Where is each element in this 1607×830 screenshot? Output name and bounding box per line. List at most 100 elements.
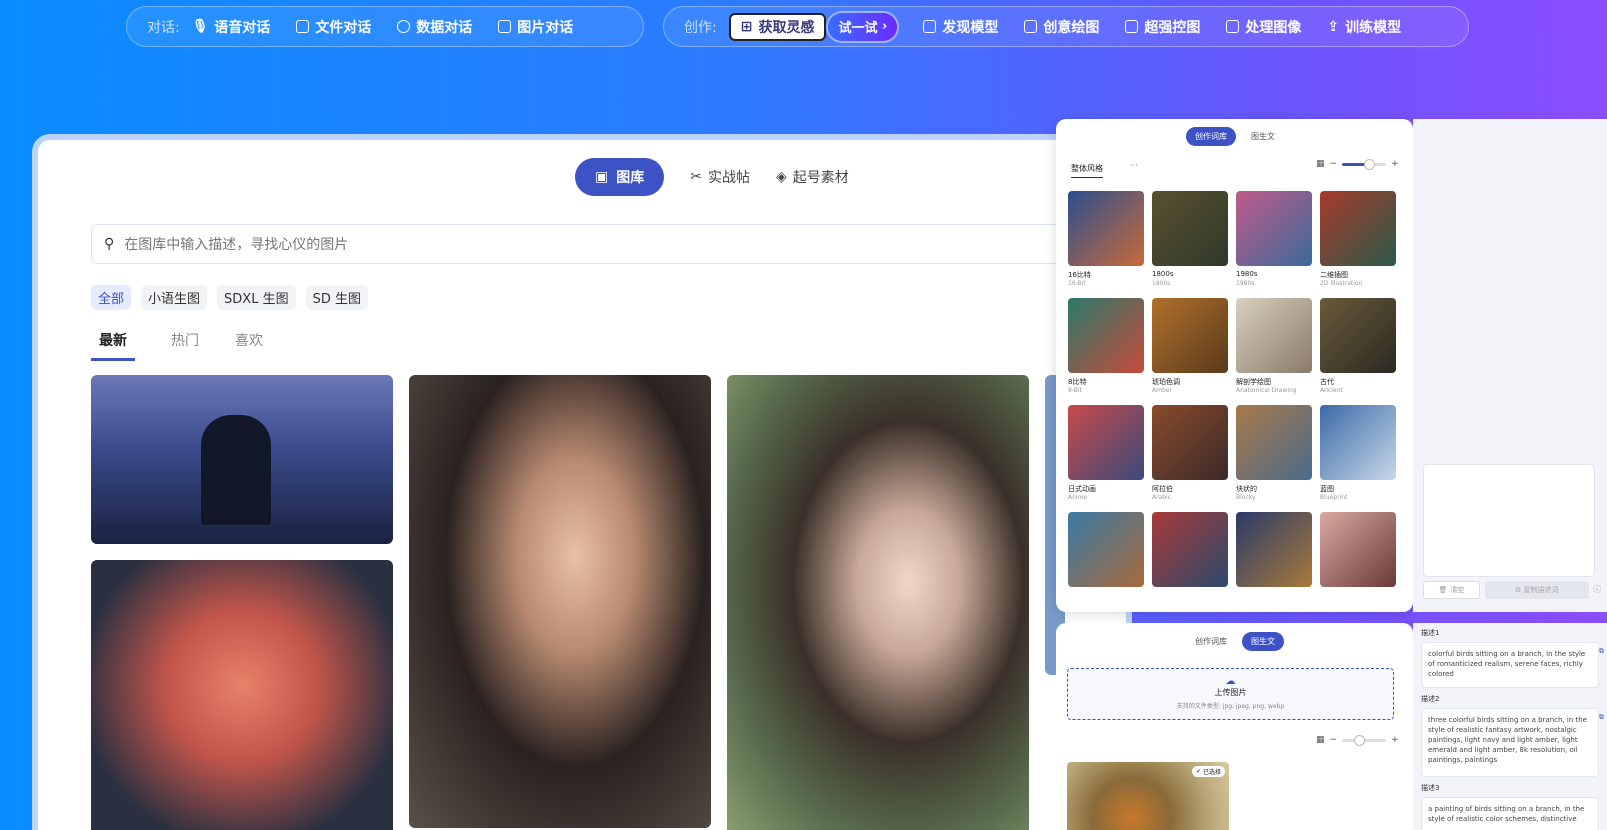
tools-icon: ✂ [690,169,702,185]
description-item[interactable]: colorful birds sitting on a branch, in t… [1421,642,1604,688]
style-card[interactable]: 古代 Ancient [1320,298,1396,399]
category-style[interactable]: 整体风格 [1071,163,1103,178]
tab-practice[interactable]: ✂ 实战帖 [690,167,750,187]
tab-materials[interactable]: ◈ 起号素材 [776,167,849,187]
create-nav: 创作: ⊞ 获取灵感 试一试 › 发现模型 创意绘图 超强控图 处理图像 ⇪ 训练模… [663,6,1469,47]
style-card[interactable]: 二维插图 2D Illustration [1320,191,1396,292]
nav-file-chat[interactable]: 文件对话 [296,17,371,37]
description-list: 描述1 colorful birds sitting on a branch, … [1413,623,1607,830]
clear-button[interactable]: 🗑 清空 [1423,581,1480,599]
upload-label: 上传图片 [1214,688,1247,697]
uploaded-image[interactable]: ✔ 已选择 [1067,762,1229,830]
gallery-image[interactable] [727,375,1029,830]
gallery-image[interactable] [91,375,393,544]
style-card[interactable]: 1800s 1800s [1152,191,1228,292]
style-card[interactable]: 蓝图 Blueprint [1320,405,1396,506]
size-slider[interactable]: ▦ − + [1316,158,1399,170]
tab-prompt-library[interactable]: 创作词库 [1186,127,1236,146]
description-item[interactable]: a painting of birds sitting on a branch,… [1421,797,1599,830]
sort-latest[interactable]: 最新 [91,330,135,361]
copy-icon[interactable]: ⧉ [1599,646,1604,656]
tab-image-to-text[interactable]: 图生文 [1242,127,1284,146]
style-name-en: 1800s [1152,280,1171,287]
chip-sd[interactable]: SD 生图 [305,285,368,310]
style-name: 1800s [1152,270,1174,278]
description-item[interactable]: three colorful birds sitting on a branch… [1421,708,1604,777]
sort-hot[interactable]: 热门 [171,330,199,361]
panel2-tabs: 创作词库 图生文 [1186,632,1284,651]
nav-process-image[interactable]: 处理图像 [1226,17,1301,37]
chip-xiaoyu[interactable]: 小语生图 [141,285,208,310]
tab-prompt-library[interactable]: 创作词库 [1186,632,1236,651]
style-name [1320,591,1396,601]
nav-train-model[interactable]: ⇪ 训练模型 [1327,17,1401,37]
info-icon[interactable]: ⓘ [1593,584,1601,595]
layers-icon: ◈ [775,169,787,185]
style-name: 16比特 [1068,271,1091,279]
nav-data-chat[interactable]: 数据对话 [397,17,472,37]
more-categories[interactable]: ··· [1130,161,1138,170]
style-card[interactable] [1152,512,1228,613]
nav-voice-chat[interactable]: 🎙 语音对话 [192,17,271,37]
style-card[interactable]: 块状的 Blocky [1236,405,1312,506]
slider-handle[interactable] [1354,734,1366,746]
copy-icon: ⧉ [1515,585,1521,594]
tab-image-to-text[interactable]: 图生文 [1242,632,1284,651]
zoom-in-icon: + [1391,735,1399,745]
tab-gallery[interactable]: ▣ 图库 [575,158,665,196]
style-name-en [1236,601,1312,613]
gallery-search[interactable]: ⚲ 在图库中输入描述，寻找心仪的图片 [91,224,1071,264]
style-name: 阿拉伯 [1152,485,1173,493]
style-card[interactable] [1236,512,1312,613]
chip-sdxl[interactable]: SDXL 生图 [217,285,296,310]
nav-control-image[interactable]: 超强控图 [1125,17,1200,37]
copy-icon[interactable]: ⧉ [1599,712,1604,722]
copy-prompt-button[interactable]: ⧉ 复制描述词 [1485,581,1589,599]
style-thumbnail [1152,405,1228,480]
slider-handle[interactable] [1364,158,1376,170]
style-name: 8比特 [1068,378,1087,386]
inspiration-button[interactable]: ⊞ 获取灵感 [728,12,827,41]
prompt-library-panel: 创作词库 图生文 整体风格 ··· ▦ − + 16比特 16-Bit 1800s 18… [1056,119,1413,612]
slider-track[interactable] [1342,158,1387,170]
nav-discover-models[interactable]: 发现模型 [923,17,998,37]
style-name-en: Arabic [1152,494,1172,501]
style-card[interactable]: 1980s 1980s [1236,191,1312,292]
style-card[interactable]: 琥珀色调 Amber [1152,298,1228,399]
style-name [1068,591,1144,601]
style-card[interactable]: 16比特 16-Bit [1068,191,1144,292]
slider-track[interactable] [1342,734,1387,746]
style-name-en: Ancient [1320,387,1343,394]
chip-all[interactable]: 全部 [91,285,132,310]
size-slider[interactable]: ▦ − + [1316,734,1399,746]
model-filter: 全部 小语生图 SDXL 生图 SD 生图 [91,285,368,310]
nav-creative-draw[interactable]: 创意绘图 [1024,17,1099,37]
style-card[interactable]: 8比特 8-Bit [1068,298,1144,399]
style-name-en [1152,601,1228,613]
nav-image-chat[interactable]: 图片对话 [498,17,573,37]
image-edit-icon [1226,20,1240,33]
style-card[interactable]: 解剖学绘图 Anatomical Drawing [1236,298,1312,399]
style-card[interactable]: 阿拉伯 Arabic [1152,405,1228,506]
upload-dropzone[interactable]: ☁ 上传图片 支持的文件类型: jpg, jpeg, png, webp [1067,668,1394,720]
try-button[interactable]: 试一试 › [828,12,898,41]
image-icon [498,20,512,33]
sort-liked[interactable]: 喜欢 [235,330,263,361]
style-name: 1980s [1236,270,1258,278]
style-card[interactable] [1068,512,1144,613]
style-name-en: Anatomical Drawing [1236,387,1297,394]
grid-icon: ⊞ [740,18,753,35]
style-name-en: 2D Illustration [1320,280,1363,287]
style-name-en: 16-Bit [1068,280,1086,287]
style-thumbnail [1152,191,1228,266]
gallery-image[interactable] [91,560,393,830]
style-thumbnail [1320,191,1396,266]
style-card[interactable]: 日式动画 Anime [1068,405,1144,506]
grid-icon: ▦ [1316,735,1325,745]
prompt-textarea[interactable] [1423,464,1595,577]
style-thumbnail [1236,191,1312,266]
style-name: 古代 [1320,378,1334,386]
style-card[interactable] [1320,512,1396,613]
library-tabs: 创作词库 图生文 [1186,127,1284,146]
gallery-image[interactable] [409,375,711,828]
